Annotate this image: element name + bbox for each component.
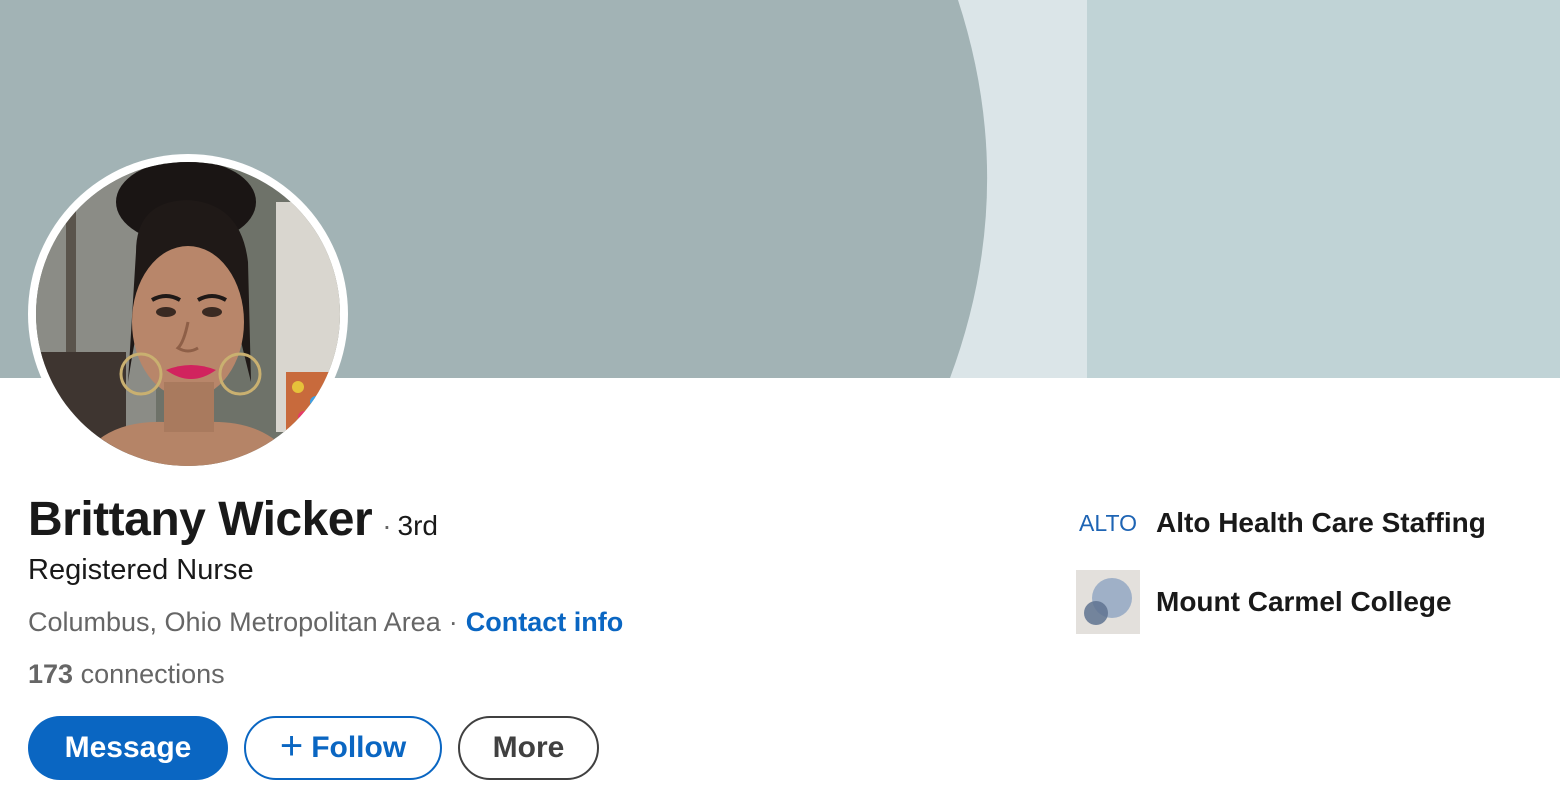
connection-degree: · 3rd (382, 510, 438, 542)
alto-logo-icon: ALTO (1076, 491, 1140, 555)
avatar-photo (36, 162, 340, 466)
alto-logo-text: ALTO (1079, 509, 1137, 536)
profile-page: Brittany Wicker · 3rd Registered Nurse Co… (0, 0, 1560, 810)
school-name: Mount Carmel College (1156, 586, 1452, 617)
more-button[interactable]: More (458, 716, 599, 780)
profile-actions: Message + Follow More (28, 716, 599, 780)
connections-link[interactable]: 173 connections (28, 659, 225, 690)
follow-button-label: Follow (311, 731, 407, 764)
contact-info-link[interactable]: Contact info (466, 607, 623, 637)
plus-icon: + (279, 724, 304, 768)
message-button-label: Message (64, 731, 192, 764)
profile-location: Columbus, Ohio Metropolitan Area (28, 607, 441, 637)
location-row: Columbus, Ohio Metropolitan Area · Contact… (28, 607, 623, 638)
message-button[interactable]: Message (28, 716, 228, 780)
location-separator: · (448, 607, 458, 637)
company-name: Alto Health Care Staffing (1156, 507, 1486, 538)
profile-name: Brittany Wicker (28, 493, 373, 546)
degree-label: 3rd (397, 510, 438, 541)
name-row: Brittany Wicker · 3rd (28, 492, 438, 547)
connections-label: connections (80, 659, 225, 689)
overlapping-circles-logo-icon (1076, 570, 1140, 634)
education-school[interactable]: Mount Carmel College (1076, 570, 1452, 634)
more-button-label: More (492, 731, 565, 764)
current-company[interactable]: ALTO Alto Health Care Staffing (1076, 491, 1486, 555)
profile-headline: Registered Nurse (28, 554, 254, 586)
follow-button[interactable]: + Follow (244, 716, 442, 780)
degree-separator: · (382, 510, 392, 541)
connections-count: 173 (28, 659, 74, 689)
profile-avatar[interactable] (28, 154, 348, 474)
